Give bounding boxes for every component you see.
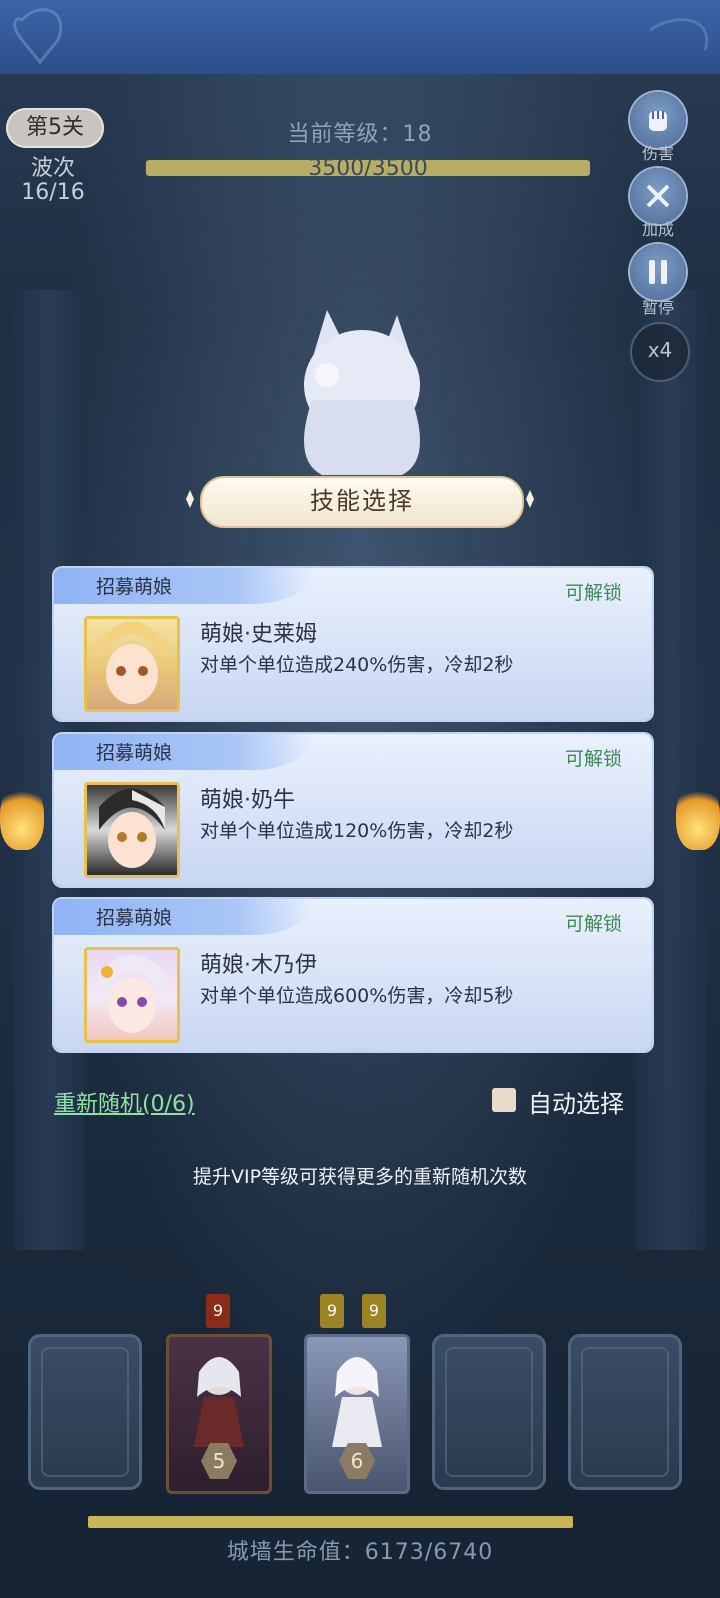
top-banner bbox=[0, 0, 720, 74]
hero-portrait-icon bbox=[194, 1357, 244, 1447]
hero-portrait-icon bbox=[332, 1357, 382, 1447]
damage-label: 伤害 bbox=[641, 144, 674, 163]
wave-value: 16/16 bbox=[21, 180, 85, 205]
portrait-slime bbox=[84, 616, 180, 712]
current-level: 当前等级：18 bbox=[287, 122, 433, 147]
empty-slot-1[interactable] bbox=[28, 1334, 142, 1490]
mummy-girl-face-icon bbox=[97, 955, 167, 1033]
hero-slot-3[interactable]: 6 bbox=[304, 1334, 410, 1494]
wall-hp-text: 城墙生命值：6173/6740 bbox=[226, 1540, 494, 1565]
buff-label: 加成 bbox=[641, 220, 674, 239]
skill-card-3[interactable]: 招募萌娘 可解锁 萌娘·木乃伊 对单个单位造成600%伤害，冷却5秒 bbox=[54, 899, 652, 1051]
card-tag-bg bbox=[54, 899, 314, 935]
auto-select-label[interactable]: 自动选择 bbox=[528, 1084, 624, 1119]
unlock-status: 可解锁 bbox=[564, 582, 622, 604]
card-tag: 招募萌娘 bbox=[96, 576, 173, 598]
pause-icon bbox=[649, 260, 667, 284]
empty-slot-4[interactable] bbox=[432, 1334, 546, 1490]
boss-hp-text: 3500/3500 bbox=[308, 156, 428, 181]
fist-icon bbox=[649, 111, 667, 131]
skill-card-2[interactable]: 招募萌娘 可解锁 萌娘·奶牛 对单个单位造成120%伤害，冷却2秒 bbox=[54, 734, 652, 886]
right-torch-flame bbox=[676, 780, 720, 850]
card-tag: 招募萌娘 bbox=[96, 742, 173, 764]
hero-badge-1: 9 bbox=[206, 1294, 230, 1328]
card-name: 萌娘·木乃伊 bbox=[200, 953, 317, 978]
card-name: 萌娘·奶牛 bbox=[200, 788, 295, 813]
empty-slot-5[interactable] bbox=[568, 1334, 682, 1490]
cow-girl-face-icon bbox=[99, 788, 165, 868]
unlock-status: 可解锁 bbox=[564, 748, 622, 770]
skill-select-title: 技能选择 bbox=[200, 476, 524, 528]
hero-badge-2: 9 bbox=[320, 1294, 344, 1328]
pause-button[interactable] bbox=[630, 244, 686, 300]
stage-badge: 第5关 bbox=[6, 108, 104, 148]
vip-tip: 提升VIP等级可获得更多的重新随机次数 bbox=[192, 1166, 528, 1188]
card-desc: 对单个单位造成120%伤害，冷却2秒 bbox=[200, 820, 514, 842]
hero-level: 5 bbox=[201, 1443, 237, 1479]
portrait-mummy bbox=[84, 947, 180, 1043]
speed-toggle[interactable]: x4 bbox=[630, 322, 690, 382]
card-desc: 对单个单位造成240%伤害，冷却2秒 bbox=[200, 654, 514, 676]
ribbon-right-sparkle-icon bbox=[510, 490, 534, 508]
heart-wing-icon bbox=[13, 8, 709, 65]
hero-level: 6 bbox=[339, 1443, 375, 1479]
pause-label: 暂停 bbox=[641, 298, 674, 317]
crossed-swords-icon bbox=[646, 184, 670, 208]
skill-card-1[interactable]: 招募萌娘 可解锁 萌娘·史莱姆 对单个单位造成240%伤害，冷却2秒 bbox=[54, 568, 652, 720]
unlock-status: 可解锁 bbox=[564, 913, 622, 935]
reroll-button[interactable]: 重新随机(0/6) bbox=[54, 1086, 195, 1118]
card-tag: 招募萌娘 bbox=[96, 907, 173, 929]
hero-slot-2[interactable]: 5 bbox=[166, 1334, 272, 1494]
left-torch-flame bbox=[0, 780, 44, 850]
card-name: 萌娘·史莱姆 bbox=[200, 622, 317, 647]
character-silhouette-icon bbox=[304, 310, 420, 475]
portrait-cow bbox=[84, 782, 180, 878]
card-desc: 对单个单位造成600%伤害，冷却5秒 bbox=[200, 985, 514, 1007]
slime-girl-face-icon bbox=[97, 621, 167, 704]
card-tag-bg bbox=[54, 734, 314, 770]
card-tag-bg bbox=[54, 568, 314, 604]
wave-label: 波次 bbox=[30, 156, 75, 181]
hero-badge-3: 9 bbox=[362, 1294, 386, 1328]
wall-hp-bar bbox=[88, 1516, 573, 1528]
auto-select-checkbox[interactable] bbox=[492, 1088, 516, 1112]
